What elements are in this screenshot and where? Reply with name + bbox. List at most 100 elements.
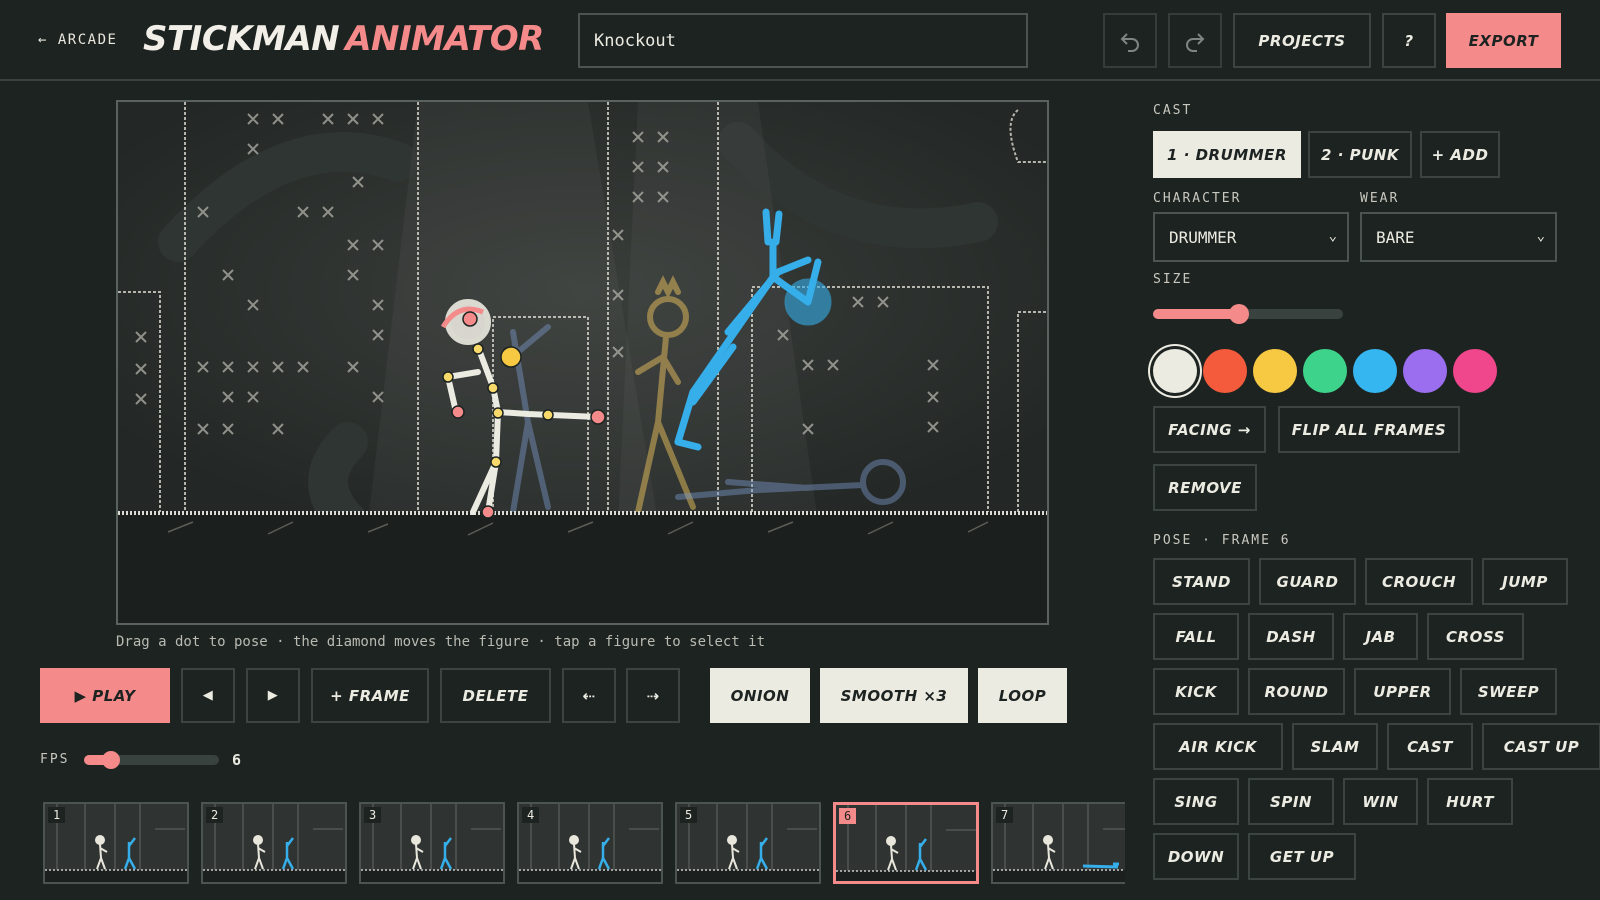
pose-button-down[interactable]: DOWN: [1153, 833, 1239, 880]
character-select-value: DRUMMER: [1169, 227, 1237, 247]
onion-toggle[interactable]: ONION: [710, 668, 810, 723]
redo-icon: [1186, 32, 1205, 52]
pose-button-cross[interactable]: CROSS: [1427, 613, 1524, 660]
frame-thumbnail: [203, 804, 345, 882]
pose-button-cast-up[interactable]: CAST UP: [1482, 723, 1600, 770]
fps-slider[interactable]: [84, 751, 219, 769]
frame-number: 6: [839, 808, 857, 824]
app-logo: STICKMAN ANIMATOR: [143, 19, 544, 59]
export-button[interactable]: EXPORT: [1446, 13, 1561, 68]
undo-button[interactable]: [1103, 13, 1157, 68]
add-cast-button[interactable]: + ADD: [1420, 131, 1500, 178]
help-button[interactable]: ?: [1382, 13, 1436, 68]
character-label: CHARACTER: [1153, 191, 1242, 206]
fps-label: FPS: [40, 752, 70, 767]
color-swatch[interactable]: [1303, 349, 1347, 393]
frame-number: 2: [206, 807, 224, 823]
play-button[interactable]: ▶ PLAY: [40, 668, 170, 723]
add-frame-button[interactable]: + FRAME: [311, 668, 429, 723]
pose-label: POSE · FRAME 6: [1153, 533, 1291, 548]
logo-word-stickman: STICKMAN: [143, 19, 340, 59]
pose-button-air-kick[interactable]: AIR KICK: [1153, 723, 1283, 770]
pose-button-fall[interactable]: FALL: [1153, 613, 1239, 660]
frame-thumbnail: [45, 804, 187, 882]
frame-number: 3: [364, 807, 382, 823]
animation-stage[interactable]: [116, 100, 1049, 625]
timeline-frame[interactable]: 4: [517, 802, 663, 884]
smooth-button[interactable]: SMOOTH ×3: [820, 668, 968, 723]
frame-number: 7: [996, 807, 1014, 823]
pose-button-win[interactable]: WIN: [1343, 778, 1418, 825]
frame-thumbnail: [519, 804, 661, 882]
frame-thumbnail: [836, 805, 976, 881]
size-slider-thumb[interactable]: [1228, 304, 1249, 324]
timeline: 1 2 3 4 5 6 7: [40, 795, 1125, 895]
pose-button-cast[interactable]: CAST: [1387, 723, 1473, 770]
chevron-down-icon: ⌄: [1328, 228, 1337, 244]
wear-select-value: BARE: [1376, 227, 1415, 247]
size-label: SIZE: [1153, 272, 1193, 287]
pose-button-hurt[interactable]: HURT: [1427, 778, 1513, 825]
pose-button-kick[interactable]: KICK: [1153, 668, 1239, 715]
timeline-frame[interactable]: 6: [833, 802, 979, 884]
pose-button-sweep[interactable]: SWEEP: [1460, 668, 1557, 715]
move-frame-right-button[interactable]: ⇢: [626, 668, 680, 723]
delete-frame-button[interactable]: DELETE: [440, 668, 551, 723]
pose-button-guard[interactable]: GUARD: [1259, 558, 1356, 605]
size-slider[interactable]: [1153, 304, 1343, 324]
chevron-down-icon: ⌄: [1536, 228, 1545, 244]
frame-number: 4: [522, 807, 540, 823]
timeline-frame[interactable]: 5: [675, 802, 821, 884]
color-swatch[interactable]: [1253, 349, 1297, 393]
timeline-frame[interactable]: 1: [43, 802, 189, 884]
pose-button-jump[interactable]: JUMP: [1482, 558, 1568, 605]
timeline-frame[interactable]: 3: [359, 802, 505, 884]
fps-slider-thumb[interactable]: [102, 751, 120, 769]
size-slider-fill: [1153, 309, 1239, 319]
color-swatch[interactable]: [1353, 349, 1397, 393]
next-frame-button[interactable]: ▶: [246, 668, 300, 723]
stage-canvas[interactable]: [118, 102, 1049, 625]
stage-hint: Drag a dot to pose · the diamond moves t…: [116, 634, 766, 650]
frame-thumbnail: [677, 804, 819, 882]
back-to-arcade-link[interactable]: ← ARCADE: [38, 32, 117, 48]
color-swatch[interactable]: [1203, 349, 1247, 393]
flip-all-frames-button[interactable]: FLIP ALL FRAMES: [1278, 406, 1460, 453]
frame-number: 1: [48, 807, 66, 823]
color-swatch[interactable]: [1453, 349, 1497, 393]
app-header: ← ARCADE STICKMANANIMATOR PROJECTS ? EXP…: [0, 0, 1600, 81]
pose-button-spin[interactable]: SPIN: [1248, 778, 1334, 825]
pose-button-round[interactable]: ROUND: [1248, 668, 1345, 715]
redo-button[interactable]: [1168, 13, 1222, 68]
pose-button-get-up[interactable]: GET UP: [1248, 833, 1356, 880]
color-swatch[interactable]: [1153, 349, 1197, 393]
fps-value: 6: [232, 751, 242, 769]
undo-icon: [1120, 32, 1139, 52]
facing-button[interactable]: FACING →: [1153, 406, 1266, 453]
pose-button-upper[interactable]: UPPER: [1354, 668, 1451, 715]
color-swatch[interactable]: [1403, 349, 1447, 393]
cast-item-drummer[interactable]: 1 · DRUMMER: [1153, 131, 1301, 178]
frame-number: 5: [680, 807, 698, 823]
project-name-input[interactable]: [578, 13, 1028, 68]
pose-button-slam[interactable]: SLAM: [1292, 723, 1378, 770]
pose-button-sing[interactable]: SING: [1153, 778, 1239, 825]
loop-toggle[interactable]: LOOP: [978, 668, 1067, 723]
pose-button-dash[interactable]: DASH: [1248, 613, 1334, 660]
remove-figure-button[interactable]: REMOVE: [1153, 464, 1257, 511]
pose-button-jab[interactable]: JAB: [1343, 613, 1418, 660]
pose-button-crouch[interactable]: CROUCH: [1365, 558, 1473, 605]
frame-thumbnail: [361, 804, 503, 882]
projects-button[interactable]: PROJECTS: [1233, 13, 1371, 68]
timeline-frame[interactable]: 2: [201, 802, 347, 884]
wear-select[interactable]: BARE ⌄: [1360, 212, 1557, 262]
cast-label: CAST: [1153, 103, 1193, 118]
logo-word-animator: ANIMATOR: [345, 19, 544, 59]
move-frame-left-button[interactable]: ⇠: [562, 668, 616, 723]
timeline-frame[interactable]: 7: [991, 802, 1125, 884]
wear-label: WEAR: [1360, 191, 1400, 206]
character-select[interactable]: DRUMMER ⌄: [1153, 212, 1349, 262]
pose-button-stand[interactable]: STAND: [1153, 558, 1250, 605]
cast-item-punk[interactable]: 2 · PUNK: [1308, 131, 1412, 178]
prev-frame-button[interactable]: ◀: [181, 668, 235, 723]
